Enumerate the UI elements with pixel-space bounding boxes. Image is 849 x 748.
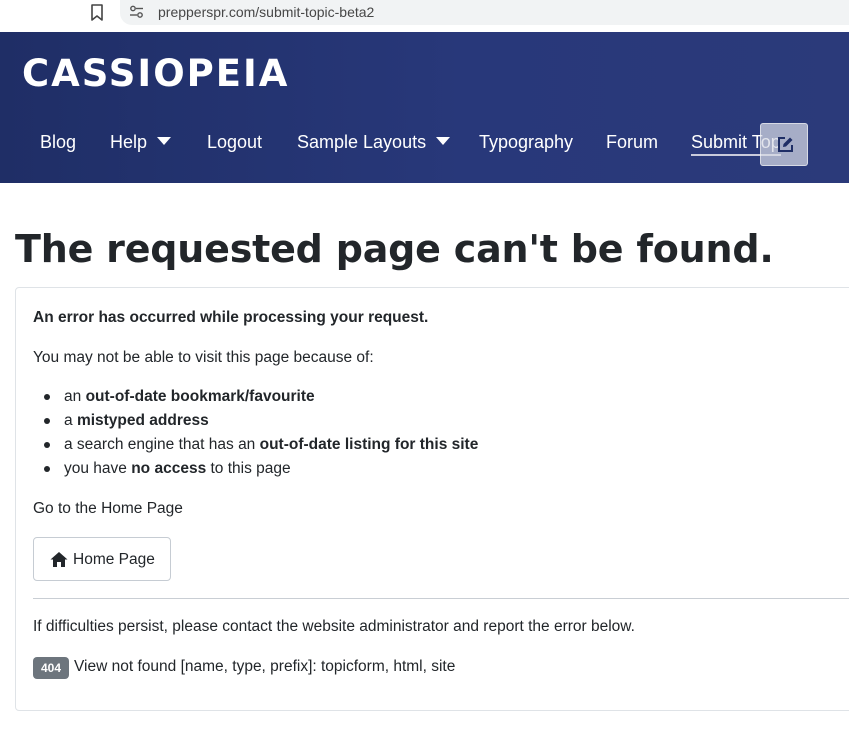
nav-forum[interactable]: Forum	[606, 132, 658, 153]
error-intro: You may not be able to visit this page b…	[33, 349, 374, 366]
error-card: An error has occurred while processing y…	[15, 287, 849, 711]
divider	[33, 598, 849, 599]
nav-label: Blog	[40, 132, 77, 152]
edit-icon	[778, 137, 793, 152]
edit-button[interactable]	[760, 123, 808, 166]
persist-text: If difficulties persist, please contact …	[33, 618, 635, 635]
main-nav: Blog Help Logout Sample Layouts Typograp…	[0, 132, 849, 162]
reason-text: a	[64, 412, 77, 429]
reason-text: an	[64, 388, 86, 405]
home-prompt: Go to the Home Page	[33, 500, 183, 517]
error-heading: An error has occurred while processing y…	[33, 309, 429, 326]
home-icon	[50, 552, 68, 567]
nav-help[interactable]: Help	[110, 132, 172, 153]
nav-label: Sample Layouts	[297, 132, 427, 152]
home-button-label: Home Page	[73, 551, 155, 568]
reason-strong: no access	[131, 460, 207, 477]
home-page-button[interactable]: Home Page	[33, 537, 171, 581]
reason-strong: out-of-date bookmark/favourite	[85, 388, 315, 405]
page-title: The requested page can't be found.	[15, 227, 774, 271]
list-item: a mistyped address	[33, 412, 478, 436]
site-header: CASSIOPEIA Blog Help Logout Sample Layou…	[0, 32, 849, 183]
nav-label: Forum	[606, 132, 659, 152]
chevron-down-icon	[436, 137, 451, 145]
reason-text: to this page	[206, 460, 291, 477]
error-code-badge: 404	[33, 657, 69, 679]
url-text[interactable]: prepperspr.com/submit-topic-beta2	[158, 4, 374, 20]
reason-text: you have	[64, 460, 132, 477]
reason-text: a search engine that has an	[64, 436, 260, 453]
site-logo[interactable]: CASSIOPEIA	[22, 52, 289, 95]
list-item: you have no access to this page	[33, 460, 478, 484]
address-bar[interactable]: prepperspr.com/submit-topic-beta2	[120, 0, 849, 25]
nav-blog[interactable]: Blog	[40, 132, 76, 153]
reasons-list: an out-of-date bookmark/favourite a mist…	[33, 388, 478, 484]
error-message: View not found [name, type, prefix]: top…	[74, 658, 456, 675]
nav-logout[interactable]: Logout	[207, 132, 262, 153]
list-item: a search engine that has an out-of-date …	[33, 436, 478, 460]
nav-label: Logout	[207, 132, 263, 152]
reason-strong: out-of-date listing for this site	[259, 436, 479, 453]
reason-strong: mistyped address	[76, 412, 209, 429]
nav-sample-layouts[interactable]: Sample Layouts	[297, 132, 451, 153]
nav-label: Typography	[479, 132, 574, 152]
site-info-icon[interactable]	[128, 4, 146, 20]
nav-label: Help	[110, 132, 148, 152]
list-item: an out-of-date bookmark/favourite	[33, 388, 478, 412]
bookmark-icon[interactable]	[88, 3, 106, 23]
chevron-down-icon	[157, 137, 172, 145]
nav-typography[interactable]: Typography	[479, 132, 573, 153]
browser-toolbar: prepperspr.com/submit-topic-beta2	[0, 0, 849, 32]
